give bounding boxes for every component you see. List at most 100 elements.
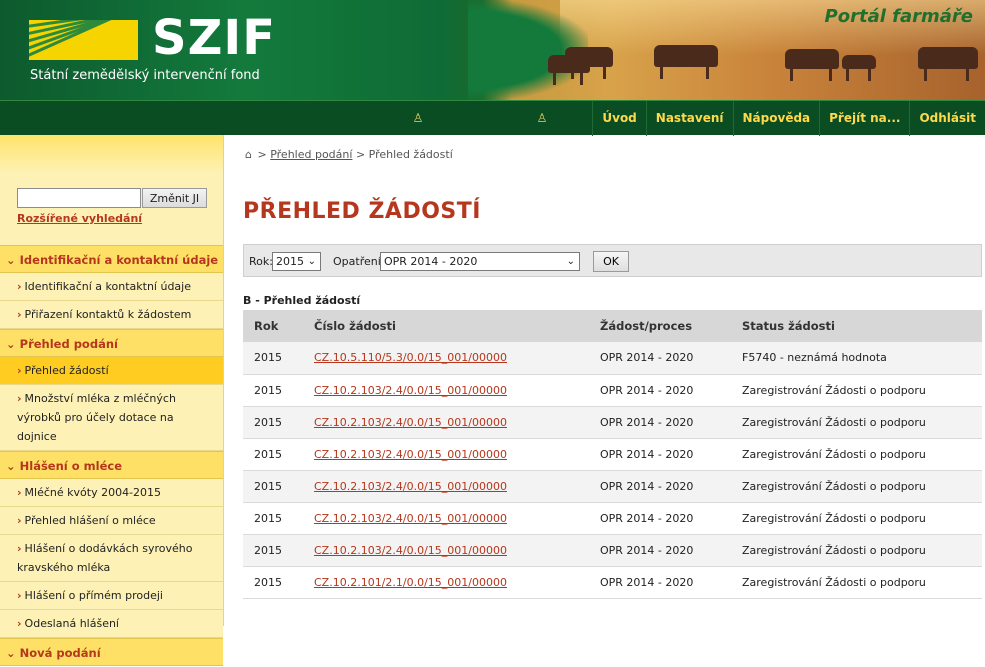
breadcrumb-separator: > [257,148,267,161]
cell-year: 2015 [243,566,303,599]
nav-uvod[interactable]: Úvod [592,101,645,136]
measure-select-value: OPR 2014 - 2020 [384,255,478,268]
top-navbar: ♙ ♙ Úvod Nastavení Nápověda Přejít na...… [0,100,985,136]
cell-number: CZ.10.2.103/2.4/0.0/15_001/00000 [303,406,589,439]
arrow-right-icon: › [17,392,22,405]
user-icon[interactable]: ♙ [411,111,425,125]
sidebar-item-raw-milk-deliveries[interactable]: › Hlášení o dodávkách syrového kravského … [0,535,223,582]
cell-process: OPR 2014 - 2020 [589,470,731,503]
sidebar-item-milk-quantity[interactable]: › Množství mléka z mléčných výrobků pro ú… [0,385,223,451]
sidebar-item-applications-overview[interactable]: › Přehled žádostí [0,357,223,385]
column-header-number[interactable]: Číslo žádosti [303,310,589,342]
arrow-right-icon: › [17,308,22,321]
table-header-row: Rok Číslo žádosti Žádost/proces Status ž… [243,310,982,342]
table-row: 2015 CZ.10.2.101/2.1/0.0/15_001/00000 OP… [243,566,982,599]
sidebar-item-label: Hlášení o dodávkách syrového kravského m… [17,542,193,574]
sidebar-item-sent-reports[interactable]: › Odeslaná hlášení [0,610,223,638]
table-row: 2015 CZ.10.2.103/2.4/0.0/15_001/00000 OP… [243,534,982,567]
cell-year: 2015 [243,502,303,535]
application-number-link[interactable]: CZ.10.2.103/2.4/0.0/15_001/00000 [314,448,507,461]
application-number-link[interactable]: CZ.10.2.103/2.4/0.0/15_001/00000 [314,416,507,429]
table-row: 2015 CZ.10.2.103/2.4/0.0/15_001/00000 OP… [243,502,982,535]
breadcrumb-link-submissions[interactable]: Přehled podání [270,148,352,161]
application-number-link[interactable]: CZ.10.2.103/2.4/0.0/15_001/00000 [314,512,507,525]
cell-number: CZ.10.2.103/2.4/0.0/15_001/00000 [303,534,589,567]
column-header-process[interactable]: Žádost/proces [589,310,731,342]
arrow-right-icon: › [17,542,22,555]
nav-napoveda[interactable]: Nápověda [732,101,820,136]
sidebar-item-milk-quotas[interactable]: › Mléčné kvóty 2004-2015 [0,479,223,507]
arrow-right-icon: › [17,514,22,527]
sidebar-item-identification[interactable]: › Identifikační a kontaktní údaje [0,273,223,301]
cell-status: Zaregistrování Žádosti o podporu [731,534,982,567]
sidebar-item-label: Množství mléka z mléčných výrobků pro úč… [17,392,176,443]
logo-text: SZIF [152,10,277,66]
sidebar-item-milk-report-overview[interactable]: › Přehled hlášení o mléce [0,507,223,535]
cell-status: Zaregistrování Žádosti o podporu [731,438,982,471]
logo-subtitle: Státní zemědělský intervenční fond [30,68,260,83]
cow-graphic [842,55,876,81]
column-header-status[interactable]: Status žádosti [731,310,982,342]
ok-button[interactable]: OK [593,251,629,272]
cell-status: Zaregistrování Žádosti o podporu [731,406,982,439]
cell-year: 2015 [243,374,303,407]
table-row: 2015 CZ.10.2.103/2.4/0.0/15_001/00000 OP… [243,406,982,439]
sidebar-item-direct-sale[interactable]: › Hlášení o přímém prodeji [0,582,223,610]
nav-prejit-na[interactable]: Přejít na... [819,101,909,136]
breadcrumb: ⌂ > Přehled podání > Přehled žádostí [245,148,453,161]
sidebar: Změnit JI Rozšířené vyhledání ⌄ Identifik… [0,135,224,666]
sidebar-item-label: Identifikační a kontaktní údaje [24,280,191,293]
cow-graphic [918,47,978,81]
user-icon[interactable]: ♙ [535,111,549,125]
cell-process: OPR 2014 - 2020 [589,342,731,375]
application-number-link[interactable]: CZ.10.2.103/2.4/0.0/15_001/00000 [314,384,507,397]
cell-number: CZ.10.2.103/2.4/0.0/15_001/00000 [303,374,589,407]
sidebar-section-submissions[interactable]: ⌄ Přehled podání [0,329,223,357]
cell-year: 2015 [243,470,303,503]
measure-label: Opatření: [333,255,385,268]
cell-year: 2015 [243,534,303,567]
cow-graphic [785,49,839,81]
cell-number: CZ.10.2.103/2.4/0.0/15_001/00000 [303,470,589,503]
home-icon[interactable]: ⌂ [245,148,252,161]
application-number-link[interactable]: CZ.10.5.110/5.3/0.0/15_001/00000 [314,351,507,364]
arrow-right-icon: › [17,364,22,377]
breadcrumb-current: Přehled žádostí [368,148,453,161]
application-number-link[interactable]: CZ.10.2.103/2.4/0.0/15_001/00000 [314,544,507,557]
nav-odhlasit[interactable]: Odhlásit [909,101,985,136]
arrow-right-icon: › [17,617,22,630]
cell-number: CZ.10.2.103/2.4/0.0/15_001/00000 [303,502,589,535]
year-label: Rok: [249,255,273,268]
section-title: Hlášení o mléce [19,459,122,473]
sidebar-section-identification[interactable]: ⌄ Identifikační a kontaktní údaje [0,245,223,273]
year-select[interactable]: 2015 ⌄ [272,252,321,271]
cell-number: CZ.10.5.110/5.3/0.0/15_001/00000 [303,342,589,375]
measure-select[interactable]: OPR 2014 - 2020 ⌄ [380,252,580,271]
application-number-link[interactable]: CZ.10.2.101/2.1/0.0/15_001/00000 [314,576,507,589]
chevron-down-icon: ⌄ [307,256,316,267]
advanced-search-link[interactable]: Rozšířené vyhledání [17,212,142,225]
ji-search-input[interactable] [17,188,141,208]
sidebar-item-label: Mléčné kvóty 2004-2015 [24,486,162,499]
sidebar-section-milk-reports[interactable]: ⌄ Hlášení o mléce [0,451,223,479]
cell-process: OPR 2014 - 2020 [589,566,731,599]
sidebar-item-contacts[interactable]: › Přiřazení kontaktů k žádostem [0,301,223,329]
sidebar-item-label: Odeslaná hlášení [24,617,119,630]
cell-process: OPR 2014 - 2020 [589,502,731,535]
cell-status: F5740 - neznámá hodnota [731,342,982,375]
top-menu: Úvod Nastavení Nápověda Přejít na... Odh… [592,101,985,136]
cell-status: Zaregistrování Žádosti o podporu [731,566,982,599]
section-title: Nová podání [19,646,101,660]
sidebar-item-label: Přehled žádostí [24,364,109,377]
cell-year: 2015 [243,438,303,471]
sidebar-section-new-submissions[interactable]: ⌄ Nová podání [0,638,223,666]
cell-process: OPR 2014 - 2020 [589,534,731,567]
arrow-right-icon: › [17,589,22,602]
column-header-year[interactable]: Rok [243,310,303,342]
nav-nastaveni[interactable]: Nastavení [645,101,733,136]
cell-status: Zaregistrování Žádosti o podporu [731,470,982,503]
cow-graphic [654,45,718,79]
change-ji-button[interactable]: Změnit JI [142,188,207,208]
application-number-link[interactable]: CZ.10.2.103/2.4/0.0/15_001/00000 [314,480,507,493]
chevron-down-icon: ⌄ [6,459,16,473]
